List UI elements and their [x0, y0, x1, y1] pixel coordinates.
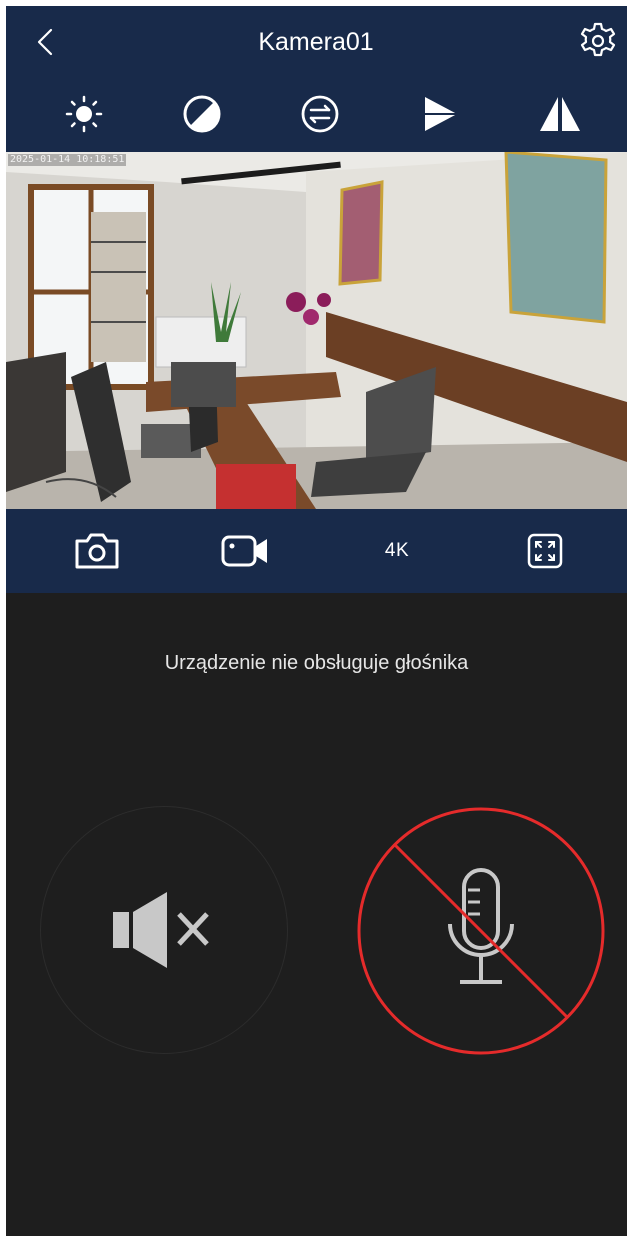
fullscreen-button[interactable] [520, 529, 570, 573]
mirror-icon [540, 97, 580, 131]
mirror-button[interactable] [538, 92, 582, 136]
speaker-unsupported-notice: Urządzenie nie obsługuje głośnika [164, 652, 469, 674]
camera-icon [75, 533, 119, 569]
video-timestamp: 2025-01-14 10:18:51 [8, 154, 127, 166]
microphone-disabled-icon [357, 807, 605, 1055]
swap-button[interactable] [298, 92, 342, 136]
camera-scene-image [6, 152, 627, 509]
contrast-icon [183, 95, 221, 133]
microphone-toggle-button[interactable] [356, 806, 606, 1056]
camera-app: Kamera01 2025-01-14 10:18:51 4K Urządzen… [6, 6, 627, 1236]
camera-video-feed[interactable]: 2025-01-14 10:18:51 [6, 152, 627, 509]
speaker-toggle-button[interactable] [40, 806, 288, 1054]
quality-label: 4K [384, 540, 410, 561]
sun-icon [65, 95, 103, 133]
video-record-icon [221, 535, 267, 567]
record-button[interactable] [220, 529, 270, 573]
contrast-button[interactable] [180, 92, 224, 136]
settings-button[interactable] [576, 18, 620, 62]
brightness-button[interactable] [62, 92, 106, 136]
gear-icon [580, 22, 616, 57]
snapshot-button[interactable] [72, 529, 122, 573]
page-title: Kamera01 [258, 28, 374, 56]
triangle-flip-icon [425, 97, 457, 131]
quality-button[interactable]: 4K [372, 529, 422, 573]
video-controls: 4K [6, 509, 627, 593]
flip-button[interactable] [418, 92, 462, 136]
fullscreen-icon [527, 533, 563, 569]
back-button[interactable] [30, 22, 60, 62]
speaker-muted-icon [113, 892, 209, 968]
chevron-left-icon [37, 28, 53, 56]
top-panel: Kamera01 [6, 6, 627, 152]
swap-arrows-icon [301, 95, 339, 133]
